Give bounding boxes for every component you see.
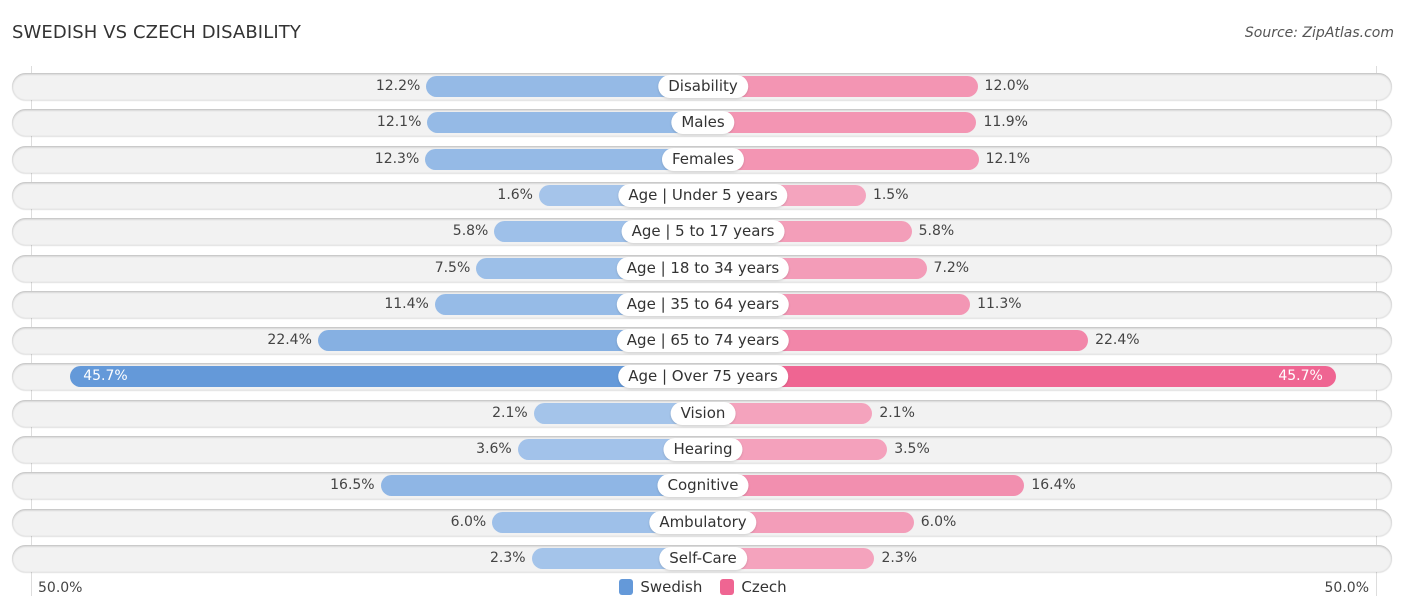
category-label: Hearing	[663, 438, 743, 461]
value-label-czech: 5.8%	[918, 223, 955, 240]
category-label: Age | Over 75 years	[618, 365, 788, 389]
value-label-swedish: 5.8%	[452, 223, 489, 240]
legend-swatch-swedish	[619, 579, 634, 595]
source-label: Source: ZipAtlas.com	[1244, 25, 1394, 41]
value-label-swedish: 45.7%	[83, 368, 128, 385]
value-label-czech: 45.7%	[1278, 368, 1323, 385]
bar-czech[interactable]	[703, 148, 979, 170]
value-label-czech: 12.0%	[984, 78, 1030, 94]
category-label: Age | 18 to 34 years	[616, 256, 790, 280]
bar-czech[interactable]	[703, 366, 1336, 388]
value-label-czech: 16.4%	[1031, 477, 1076, 494]
value-label-czech: 11.9%	[983, 114, 1028, 131]
category-label: Age | Under 5 years	[618, 183, 788, 207]
value-label-swedish: 12.2%	[375, 78, 421, 94]
value-label-czech: 12.1%	[985, 150, 1031, 167]
category-label: Ambulatory	[649, 510, 757, 534]
bar-czech[interactable]	[703, 112, 977, 134]
value-label-swedish: 2.3%	[489, 549, 526, 566]
bar-swedish[interactable]	[427, 112, 703, 134]
value-label-czech: 6.0%	[920, 513, 957, 530]
category-label: Cognitive	[657, 474, 749, 498]
value-label-czech: 3.5%	[894, 441, 930, 457]
legend-swatch-czech	[720, 579, 735, 595]
category-label: Age | 35 to 64 years	[616, 292, 790, 316]
category-label: Vision	[670, 401, 736, 425]
category-label: Disability	[658, 75, 748, 98]
value-label-swedish: 12.1%	[376, 114, 422, 131]
legend-item-swedish[interactable]: Swedish	[619, 578, 702, 596]
value-label-swedish: 7.5%	[434, 259, 471, 276]
bar-czech[interactable]	[703, 475, 1025, 497]
category-label: Males	[671, 111, 735, 135]
chart-title: SWEDISH VS CZECH DISABILITY	[12, 22, 301, 43]
value-label-swedish: 3.6%	[476, 441, 512, 457]
value-label-czech: 2.1%	[879, 404, 915, 421]
legend-label-swedish: Swedish	[640, 578, 703, 596]
value-label-czech: 7.2%	[933, 259, 970, 276]
value-label-swedish: 12.3%	[374, 150, 420, 167]
bar-swedish[interactable]	[70, 366, 703, 388]
legend-item-czech[interactable]: Czech	[720, 578, 787, 596]
category-label: Age | 65 to 74 years	[616, 329, 790, 353]
category-label: Females	[661, 147, 745, 171]
value-label-swedish: 11.4%	[384, 295, 429, 312]
value-label-czech: 11.3%	[977, 295, 1022, 312]
value-label-czech: 1.5%	[872, 186, 909, 203]
bar-swedish[interactable]	[380, 475, 703, 497]
value-label-swedish: 2.1%	[492, 404, 528, 421]
category-label: Self-Care	[659, 546, 747, 570]
value-label-czech: 22.4%	[1095, 332, 1140, 349]
value-label-swedish: 6.0%	[450, 513, 487, 530]
legend: Swedish Czech	[0, 578, 1406, 596]
value-label-swedish: 1.6%	[497, 186, 533, 203]
value-label-swedish: 16.5%	[330, 477, 375, 494]
value-label-czech: 2.3%	[881, 549, 918, 566]
value-label-swedish: 22.4%	[267, 332, 312, 349]
legend-label-czech: Czech	[741, 578, 787, 596]
category-label: Age | 5 to 17 years	[621, 220, 785, 244]
